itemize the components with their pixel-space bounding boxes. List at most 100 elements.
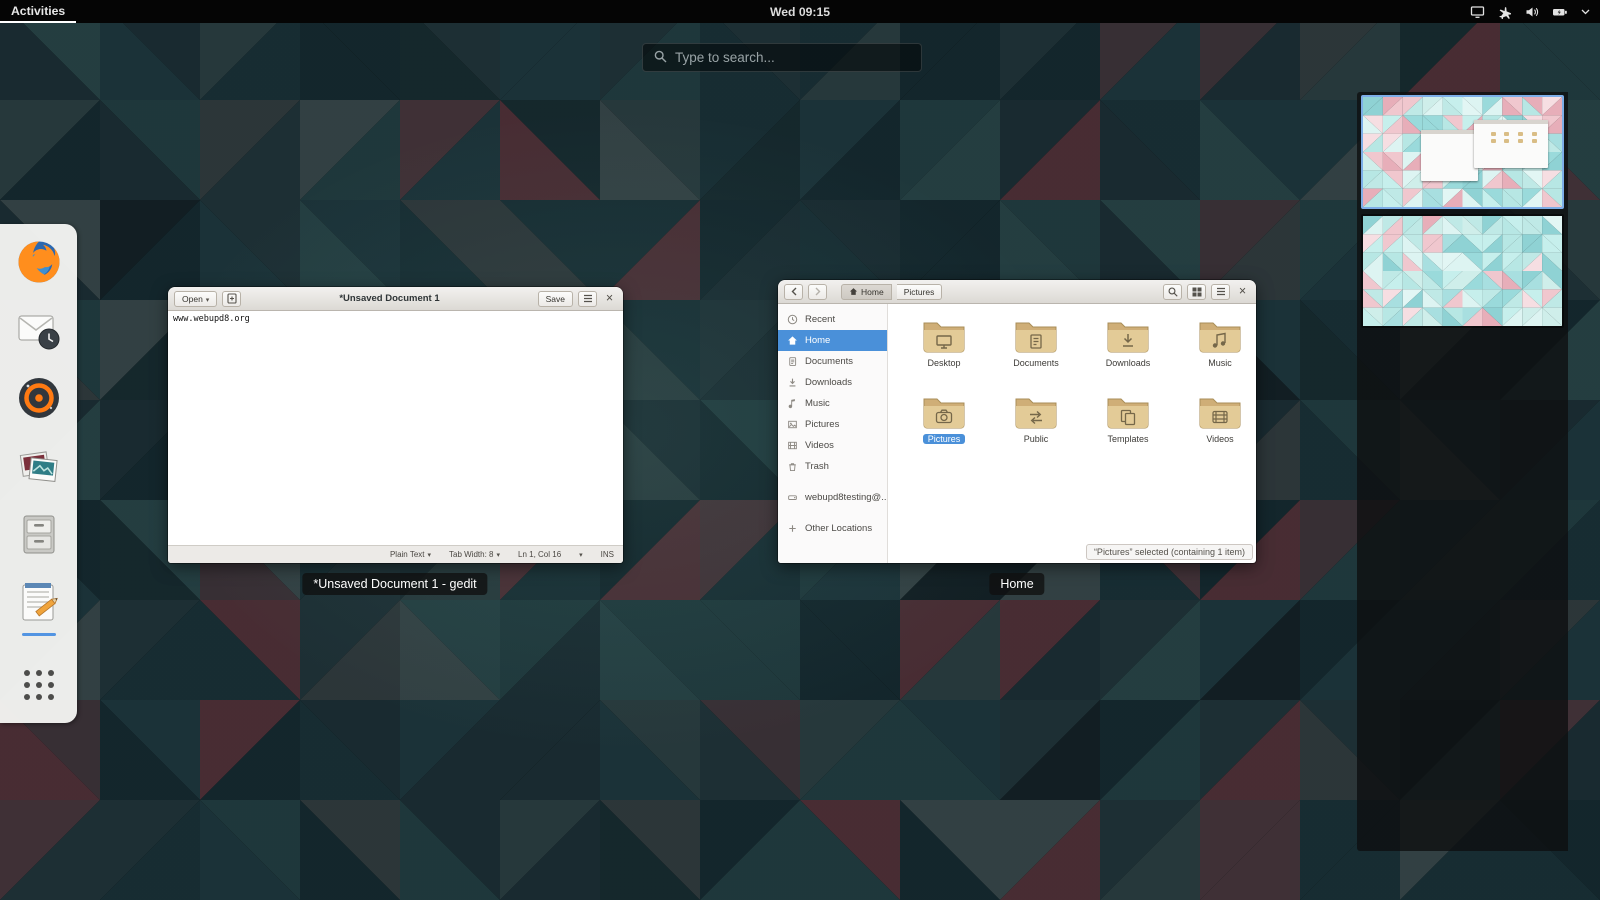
gedit-window-preview[interactable]: Open *Unsaved Document 1 Save × www.webu… [168, 287, 623, 563]
download-icon [789, 378, 796, 387]
gedit-overview-label: *Unsaved Document 1 - gedit [302, 573, 488, 595]
sidebar-item-trash[interactable]: Trash [778, 456, 887, 477]
sidebar-item-videos[interactable]: Videos [778, 435, 887, 456]
files-menu-button[interactable] [1211, 283, 1230, 300]
chevron-down-icon [496, 550, 500, 559]
home-icon [849, 288, 858, 295]
disk-icon [788, 495, 797, 500]
insert-mode-indicator: INS [600, 550, 614, 559]
forward-button[interactable] [808, 283, 827, 300]
cursor-position[interactable]: Ln 1, Col 16 [518, 550, 561, 559]
search-input[interactable]: Type to search... [642, 43, 922, 72]
document-text: www.webupd8.org [173, 314, 250, 324]
dash-app-firefox[interactable] [10, 233, 68, 291]
hamburger-icon [1216, 287, 1225, 296]
new-document-button[interactable] [222, 290, 242, 307]
dash-app-rhythmbox[interactable] [10, 369, 68, 427]
film-icon [788, 441, 797, 450]
gedit-text-area[interactable]: www.webupd8.org [168, 311, 623, 545]
clock-button[interactable]: Wed 09:15 [770, 5, 830, 19]
sidebar-item-other-locations[interactable]: Other Locations [778, 518, 887, 539]
music-note-icon [788, 399, 795, 409]
mail-clock-icon [16, 307, 62, 353]
mini-files-window [1474, 120, 1549, 169]
folder-videos[interactable]: Videos [1174, 388, 1266, 464]
dash-app-photos[interactable] [10, 437, 68, 495]
sidebar-separator [778, 508, 887, 518]
sidebar-item-documents[interactable]: Documents [778, 351, 887, 372]
sidebar-item-pictures[interactable]: Pictures [778, 414, 887, 435]
clock-icon [787, 314, 798, 325]
folder-templates[interactable]: Templates [1082, 388, 1174, 464]
mini-folder-grid [1490, 131, 1543, 143]
files-content-area: Desktop Documents Downloads Music Pictur… [888, 304, 1256, 563]
search-button[interactable] [1163, 283, 1182, 300]
breadcrumb-home[interactable]: Home [841, 283, 892, 300]
document-icon [789, 357, 797, 366]
photos-icon [16, 443, 62, 489]
back-button[interactable] [784, 283, 803, 300]
gedit-menu-button[interactable] [578, 290, 597, 307]
firefox-icon [16, 239, 62, 285]
dash-app-gedit[interactable] [10, 573, 68, 636]
search-icon [1167, 286, 1178, 297]
system-status-area[interactable] [1470, 0, 1600, 23]
workspace-2-wallpaper [1363, 216, 1562, 326]
folder-documents[interactable]: Documents [990, 312, 1082, 388]
folder-label: Downloads [1105, 358, 1151, 368]
close-icon[interactable]: × [1235, 285, 1250, 298]
gedit-statusbar: Plain Text Tab Width: 8 Ln 1, Col 16 INS [168, 545, 623, 563]
workspace-switcher [1357, 92, 1568, 851]
sidebar-separator [778, 477, 887, 487]
close-icon[interactable]: × [602, 292, 617, 305]
screen-icon [1470, 5, 1485, 19]
mini-gedit-window [1420, 130, 1479, 181]
chevron-down-icon [1581, 9, 1590, 15]
dash [0, 224, 77, 723]
running-app-indicator [21, 633, 56, 636]
sidebar-item-home[interactable]: Home [778, 330, 887, 351]
sidebar-item-music[interactable]: Music [778, 393, 887, 414]
show-applications-button[interactable] [10, 656, 68, 714]
files-window-preview[interactable]: Home Pictures × Recent Home Documents Do… [778, 280, 1256, 563]
battery-icon [1552, 5, 1568, 19]
folder-pictures[interactable]: Pictures [898, 388, 990, 464]
folder-music[interactable]: Music [1174, 312, 1266, 388]
folder-label: Public [1023, 434, 1049, 444]
airplane-mode-icon [1498, 5, 1512, 19]
search-icon [654, 50, 667, 66]
folder-desktop[interactable]: Desktop [898, 312, 990, 388]
folder-downloads[interactable]: Downloads [1082, 312, 1174, 388]
gedit-notepad-icon [16, 579, 62, 625]
home-icon [788, 336, 797, 345]
dash-app-evolution[interactable] [10, 301, 68, 359]
workspace-thumbnail-2[interactable] [1361, 214, 1564, 328]
sidebar-item-recent[interactable]: Recent [778, 309, 887, 330]
sidebar-item-downloads[interactable]: Downloads [778, 372, 887, 393]
language-selector[interactable]: Plain Text [390, 550, 431, 559]
folder-public[interactable]: Public [990, 388, 1082, 464]
breadcrumb-pictures[interactable]: Pictures [896, 283, 943, 300]
goto-line-chevron-icon[interactable] [579, 551, 583, 559]
open-button[interactable]: Open [174, 290, 218, 307]
dash-app-files[interactable] [10, 505, 68, 563]
folder-label-selected: Pictures [922, 434, 966, 444]
view-grid-button[interactable] [1187, 283, 1206, 300]
folder-label: Desktop [927, 358, 961, 368]
grid-view-icon [1192, 287, 1201, 296]
tab-width-selector[interactable]: Tab Width: 8 [449, 550, 500, 559]
workspace-thumbnail-1[interactable] [1361, 95, 1564, 209]
selection-status: “Pictures” selected (containing 1 item) [1085, 544, 1253, 560]
volume-icon [1525, 5, 1539, 19]
gedit-headerbar: Open *Unsaved Document 1 Save × [168, 287, 623, 311]
plus-icon [789, 525, 796, 532]
chevron-down-icon [206, 294, 210, 304]
files-overview-label: Home [989, 573, 1045, 595]
file-cabinet-icon [16, 511, 62, 557]
folder-label: Templates [1107, 434, 1149, 444]
save-button[interactable]: Save [537, 290, 573, 307]
files-sidebar: Recent Home Documents Downloads Music Pi… [778, 304, 888, 563]
activities-button[interactable]: Activities [0, 0, 77, 23]
sidebar-item-mounted-volume[interactable]: webupd8testing@... [778, 487, 887, 508]
files-headerbar: Home Pictures × [778, 280, 1256, 304]
